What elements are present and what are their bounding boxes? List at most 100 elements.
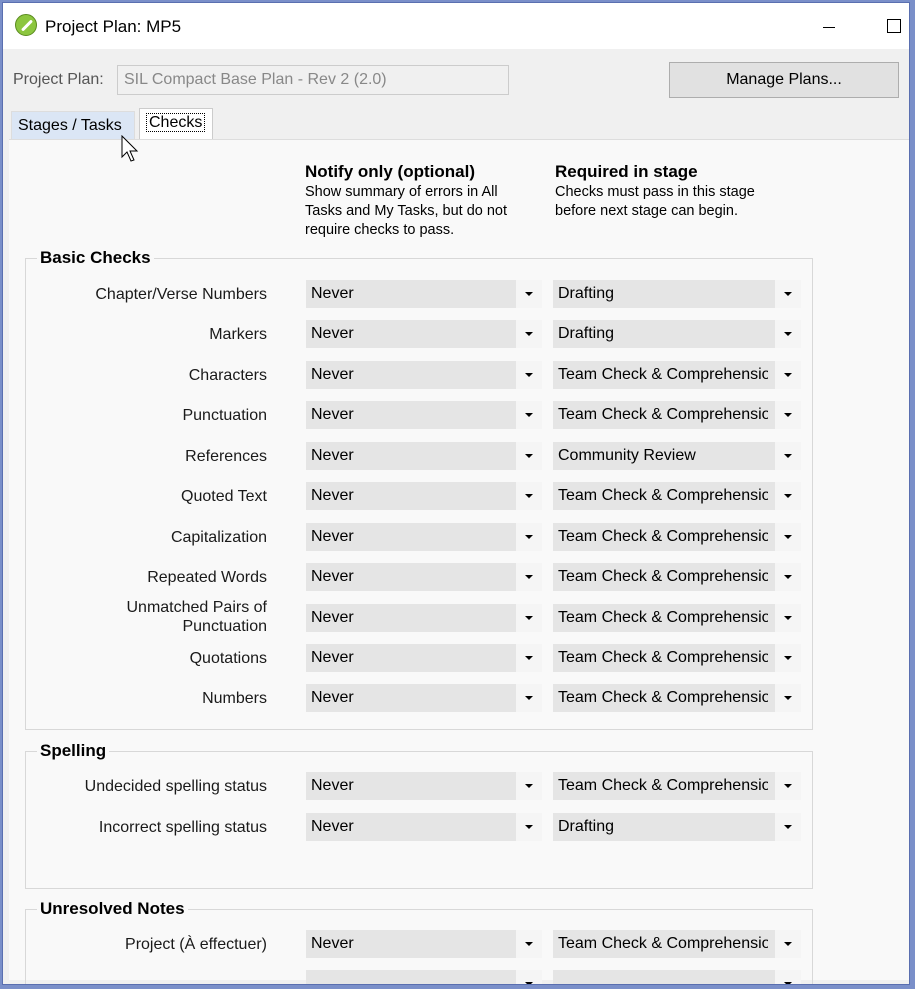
chevron-down-icon <box>775 930 801 958</box>
notify-select[interactable]: Never <box>306 930 542 958</box>
notify-select[interactable]: Never <box>306 320 542 348</box>
notify-column-title: Notify only (optional) <box>305 162 475 181</box>
spelling-title: Spelling <box>37 741 110 761</box>
required-select[interactable]: Team Check & Comprehension <box>553 361 801 389</box>
required-select[interactable]: Drafting <box>553 280 801 308</box>
chevron-down-icon <box>775 644 801 672</box>
chevron-down-icon <box>775 813 801 841</box>
row-label-chapter-verse: Chapter/Verse Numbers <box>95 286 267 303</box>
notify-select[interactable]: Never <box>306 401 542 429</box>
required-select[interactable]: Team Check & Comprehension <box>553 684 801 712</box>
required-select[interactable]: Team Check & Comprehension <box>553 563 801 591</box>
notify-column-desc-1: Show summary of errors in All <box>305 184 498 200</box>
row-label-unmatched-pairs: Unmatched Pairs of Punctuation <box>9 598 267 636</box>
project-plan-window: Project Plan: MP5 Project Plan: SIL Comp… <box>2 2 910 985</box>
notify-select[interactable]: Never <box>306 813 542 841</box>
notify-select[interactable]: Never <box>306 523 542 551</box>
row-label-incorrect-spelling: Incorrect spelling status <box>98 819 267 836</box>
chevron-down-icon <box>775 320 801 348</box>
notify-select[interactable]: Never <box>306 563 542 591</box>
required-select[interactable]: Community Review <box>553 442 801 470</box>
unresolved-notes-title: Unresolved Notes <box>37 899 188 919</box>
checks-panel: Notify only (optional) Show summary of e… <box>9 139 909 984</box>
chevron-down-icon <box>775 772 801 800</box>
row-label-references: References <box>185 448 267 465</box>
basic-checks-title: Basic Checks <box>37 248 154 268</box>
chevron-down-icon <box>516 604 542 632</box>
row-label-punctuation: Punctuation <box>182 407 267 424</box>
window-title: Project Plan: MP5 <box>45 17 182 36</box>
row-label-project-notes: Project (À effectuer) <box>125 936 267 953</box>
chevron-down-icon <box>516 523 542 551</box>
row-label-quoted-text: Quoted Text <box>181 488 267 505</box>
tab-checks[interactable]: Checks <box>139 108 213 140</box>
project-plan-field: SIL Compact Base Plan - Rev 2 (2.0) <box>117 65 509 95</box>
notify-select[interactable]: Never <box>306 604 542 632</box>
title-bar: Project Plan: MP5 <box>3 3 909 49</box>
chevron-down-icon <box>516 320 542 348</box>
chevron-down-icon <box>775 442 801 470</box>
notify-column-header: Notify only (optional) Show summary of e… <box>305 162 545 240</box>
row-label-characters: Characters <box>188 367 267 384</box>
required-column-header: Required in stage Checks must pass in th… <box>555 162 805 221</box>
chevron-down-icon <box>775 401 801 429</box>
required-column-title: Required in stage <box>555 162 698 181</box>
notify-select[interactable]: Never <box>306 482 542 510</box>
notify-column-desc-3: require checks to pass. <box>305 222 455 238</box>
row-label-quotations: Quotations <box>189 650 267 667</box>
chevron-down-icon <box>775 970 801 984</box>
notify-select[interactable]: Never <box>306 361 542 389</box>
chevron-down-icon <box>516 280 542 308</box>
notify-select[interactable]: Never <box>306 280 542 308</box>
chevron-down-icon <box>516 442 542 470</box>
required-select-partial[interactable] <box>553 970 801 984</box>
chevron-down-icon <box>516 644 542 672</box>
maximize-button[interactable] <box>887 19 901 33</box>
chevron-down-icon <box>516 482 542 510</box>
required-select[interactable]: Team Check & Comprehension <box>553 523 801 551</box>
required-select[interactable]: Drafting <box>553 320 801 348</box>
chevron-down-icon <box>516 970 542 984</box>
notify-select[interactable]: Never <box>306 684 542 712</box>
chevron-down-icon <box>516 684 542 712</box>
row-label-numbers: Numbers <box>202 690 267 707</box>
notify-select-partial[interactable] <box>306 970 542 984</box>
tab-checks-label: Checks <box>146 113 206 132</box>
required-select[interactable]: Team Check & Comprehension <box>553 772 801 800</box>
chevron-down-icon <box>516 361 542 389</box>
required-select[interactable]: Team Check & Comprehension <box>553 604 801 632</box>
chevron-down-icon <box>775 604 801 632</box>
required-column-desc-1: Checks must pass in this stage <box>555 184 755 200</box>
row-label-unmatched-pairs-line2: Punctuation <box>182 618 267 635</box>
chevron-down-icon <box>775 563 801 591</box>
project-plan-label: Project Plan: <box>13 71 104 88</box>
chevron-down-icon <box>516 930 542 958</box>
minimize-button[interactable] <box>815 13 845 39</box>
tab-stages-tasks[interactable]: Stages / Tasks <box>11 111 135 139</box>
chevron-down-icon <box>775 482 801 510</box>
row-label-undecided-spelling: Undecided spelling status <box>84 778 267 795</box>
chevron-down-icon <box>775 361 801 389</box>
notify-select[interactable]: Never <box>306 644 542 672</box>
notify-select[interactable]: Never <box>306 772 542 800</box>
chevron-down-icon <box>516 772 542 800</box>
notify-select[interactable]: Never <box>306 442 542 470</box>
chevron-down-icon <box>775 280 801 308</box>
required-select[interactable]: Team Check & Comprehension <box>553 401 801 429</box>
required-select[interactable]: Team Check & Comprehension <box>553 644 801 672</box>
row-label-unmatched-pairs-line1: Unmatched Pairs of <box>126 599 267 616</box>
notify-column-desc-2: Tasks and My Tasks, but do not <box>305 203 508 219</box>
chevron-down-icon <box>516 401 542 429</box>
required-select[interactable]: Team Check & Comprehension <box>553 482 801 510</box>
row-label-markers: Markers <box>209 326 267 343</box>
mouse-pointer-icon <box>121 135 139 162</box>
chevron-down-icon <box>516 813 542 841</box>
chevron-down-icon <box>775 684 801 712</box>
required-select[interactable]: Drafting <box>553 813 801 841</box>
row-label-repeated-words: Repeated Words <box>147 569 267 586</box>
manage-plans-button[interactable]: Manage Plans... <box>669 62 899 98</box>
required-select[interactable]: Team Check & Comprehension <box>553 930 801 958</box>
required-column-desc-2: before next stage can begin. <box>555 203 738 219</box>
row-label-capitalization: Capitalization <box>170 529 267 546</box>
app-logo-icon <box>15 14 37 36</box>
